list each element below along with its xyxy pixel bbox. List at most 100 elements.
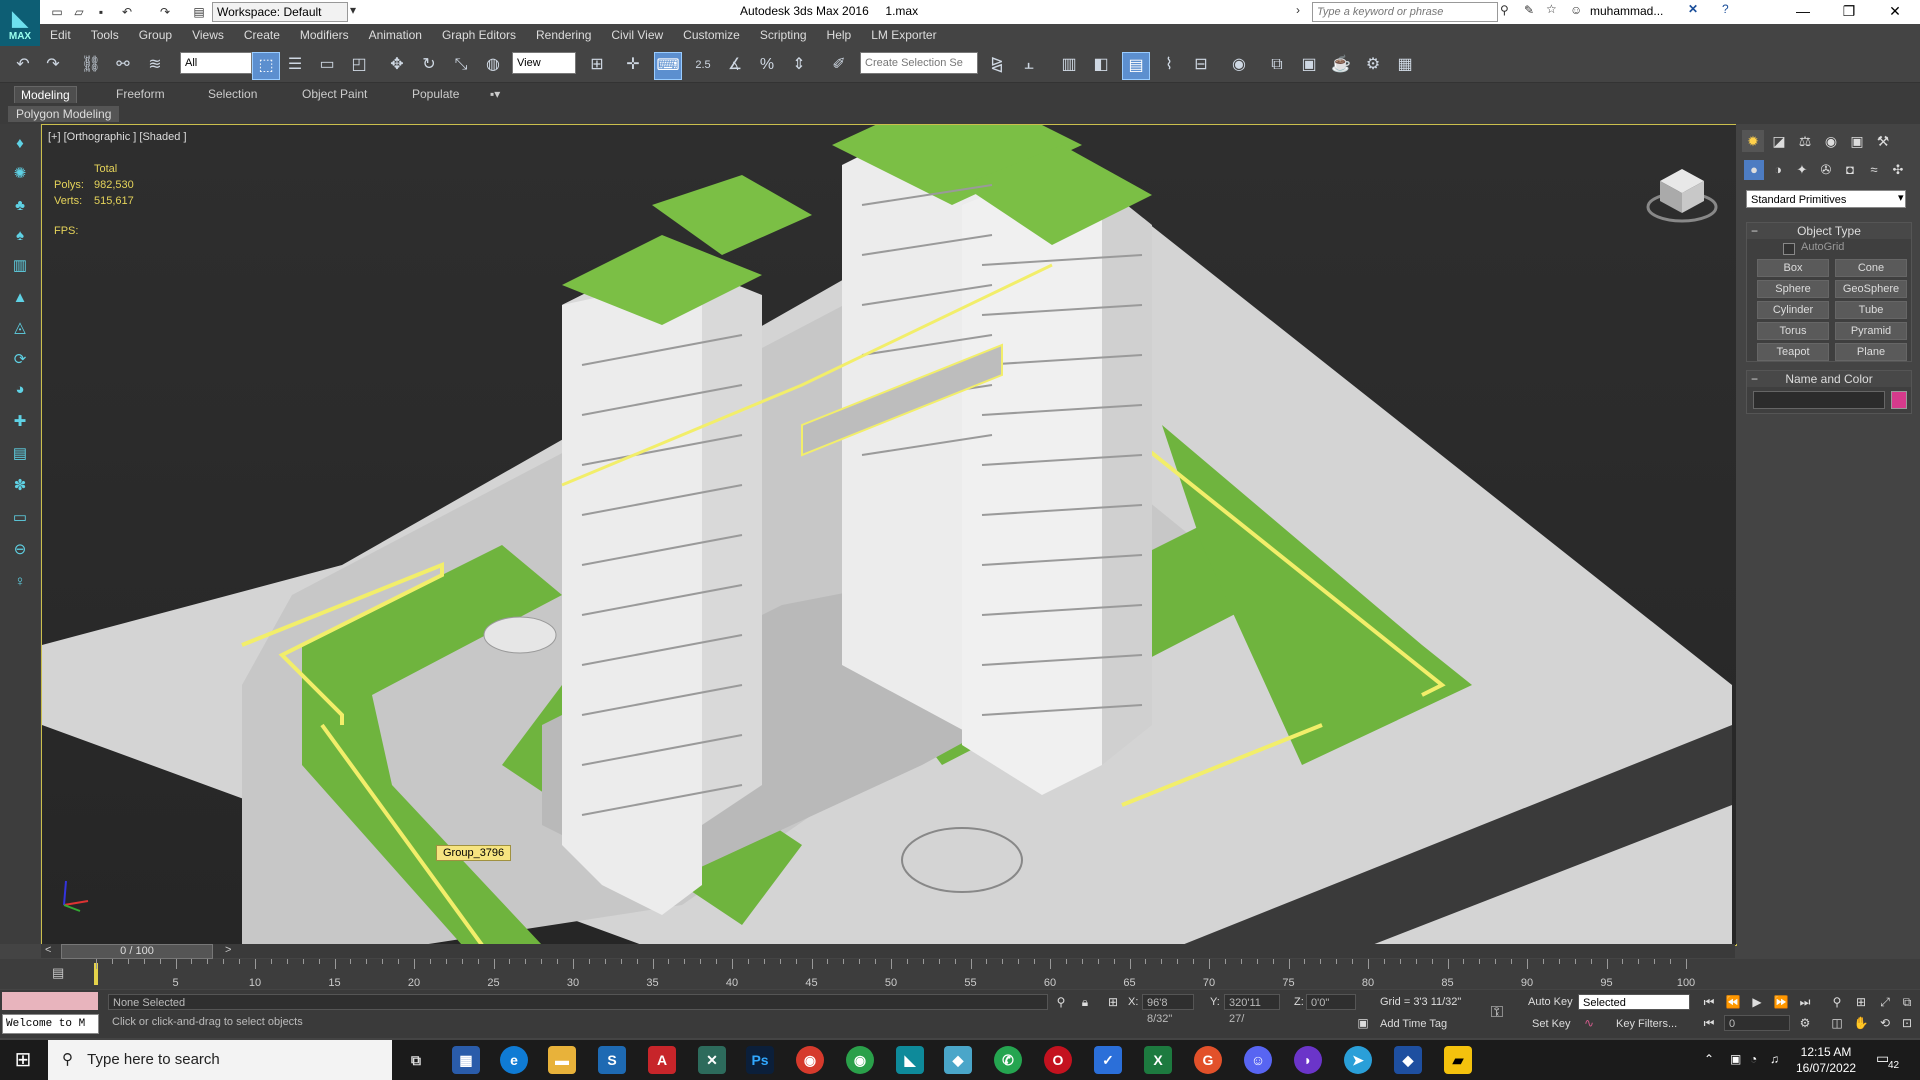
- scene-icon[interactable]: ♣: [8, 194, 32, 218]
- tree-icon[interactable]: ♠: [8, 224, 32, 248]
- 3ds-max-taskbar-icon[interactable]: ◣: [896, 1046, 924, 1074]
- manipulate-icon[interactable]: ✛: [620, 52, 646, 78]
- select-object-icon[interactable]: ⬚: [252, 52, 280, 80]
- set-key-icon[interactable]: ⚿: [1488, 1004, 1506, 1022]
- object-category-dropdown[interactable]: Standard Primitives: [1746, 190, 1906, 208]
- key-curve-icon[interactable]: ∿: [1580, 1014, 1598, 1032]
- time-back-icon[interactable]: <: [45, 944, 51, 956]
- box-button[interactable]: Box: [1757, 259, 1829, 277]
- chevron-down-icon[interactable]: ▾: [1898, 191, 1904, 204]
- add-time-tag[interactable]: Add Time Tag: [1380, 1018, 1447, 1030]
- select-by-name-icon[interactable]: ☰: [282, 52, 308, 78]
- excel-icon[interactable]: X: [1144, 1046, 1172, 1074]
- sticky-notes-icon[interactable]: ▰: [1444, 1046, 1472, 1074]
- menu-rendering[interactable]: Rendering: [526, 24, 601, 46]
- mini-curve-editor-icon[interactable]: ▤: [52, 965, 64, 981]
- time-forward-icon[interactable]: >: [225, 944, 231, 956]
- app-logo[interactable]: ◣ MAX: [0, 0, 40, 46]
- windows-start-icon[interactable]: ⊞: [0, 1040, 46, 1080]
- lamp-icon[interactable]: ♀: [8, 570, 32, 594]
- pivot-center-icon[interactable]: ⊞: [584, 52, 610, 78]
- set-key-button[interactable]: Set Key: [1532, 1018, 1571, 1030]
- cylinder-button[interactable]: Cylinder: [1757, 301, 1829, 319]
- opera-icon[interactable]: O: [1044, 1046, 1072, 1074]
- sun-icon[interactable]: ✺: [8, 162, 32, 186]
- discord-icon[interactable]: ☺: [1244, 1046, 1272, 1074]
- key-mode-toggle-icon[interactable]: ⏮: [1700, 1014, 1718, 1032]
- go-to-end-icon[interactable]: ⏭: [1796, 993, 1814, 1011]
- menu-views[interactable]: Views: [182, 24, 234, 46]
- object-color-swatch[interactable]: [1891, 391, 1907, 409]
- chrome-icon[interactable]: ◉: [796, 1046, 824, 1074]
- ribbon-options-icon[interactable]: ▪▾: [484, 86, 506, 102]
- minimize-button[interactable]: —: [1780, 0, 1826, 24]
- spinner-snap-icon[interactable]: ⇕: [786, 52, 812, 78]
- select-and-link-icon[interactable]: ⛓: [78, 52, 104, 78]
- undo-icon[interactable]: ↶: [118, 3, 136, 21]
- task-view-icon[interactable]: ⧉: [402, 1046, 430, 1074]
- grammarly-icon[interactable]: G: [1194, 1046, 1222, 1074]
- unlink-icon[interactable]: ⚯: [110, 52, 136, 78]
- sketchup-icon[interactable]: S: [598, 1046, 626, 1074]
- modify-tab-icon[interactable]: ◪: [1768, 130, 1790, 152]
- lights-icon[interactable]: ✦: [1792, 160, 1812, 180]
- menu-help[interactable]: Help: [817, 24, 862, 46]
- curve-editor-icon[interactable]: ⌇: [1156, 52, 1182, 78]
- geometry-icon[interactable]: ●: [1744, 160, 1764, 180]
- axis-icon[interactable]: ✚: [8, 410, 32, 434]
- light-bulb-icon[interactable]: ♦: [8, 132, 32, 156]
- maximize-button[interactable]: ❐: [1826, 0, 1872, 24]
- user-name[interactable]: muhammad...: [1590, 4, 1663, 18]
- pan-icon[interactable]: ✋: [1852, 1014, 1870, 1032]
- geosphere-button[interactable]: GeoSphere: [1835, 280, 1907, 298]
- motion-tab-icon[interactable]: ◉: [1820, 130, 1842, 152]
- sphere-icon[interactable]: ◕: [8, 378, 32, 402]
- absolute-mode-icon[interactable]: ⊞: [1104, 993, 1122, 1011]
- orbit-icon[interactable]: ⟲: [1876, 1014, 1894, 1032]
- file-explorer-icon[interactable]: ▬: [548, 1046, 576, 1074]
- systems-icon[interactable]: ✣: [1888, 160, 1908, 180]
- toggle-scene-explorer-icon[interactable]: ▥: [1056, 52, 1082, 78]
- photoshop-icon[interactable]: Ps: [746, 1046, 774, 1074]
- angle-snap-icon[interactable]: ∡: [722, 52, 748, 78]
- cube-app-icon[interactable]: ◆: [1394, 1046, 1422, 1074]
- help-icon[interactable]: ?: [1722, 2, 1729, 16]
- panel-icon[interactable]: ▤: [8, 442, 32, 466]
- time-slider-thumb[interactable]: 0 / 100: [61, 944, 213, 959]
- workspace-dropdown[interactable]: Workspace: Default: [212, 2, 348, 22]
- notes-app-icon[interactable]: ◆: [944, 1046, 972, 1074]
- autocad-icon[interactable]: A: [648, 1046, 676, 1074]
- search-input[interactable]: Type a keyword or phrase: [1312, 2, 1498, 22]
- menu-modifiers[interactable]: Modifiers: [290, 24, 359, 46]
- cone-icon[interactable]: ▲: [8, 286, 32, 310]
- ring-icon[interactable]: ⊖: [8, 538, 32, 562]
- screen-icon[interactable]: ▭: [8, 506, 32, 530]
- project-folder-icon[interactable]: ▤: [190, 3, 208, 21]
- bind-space-warp-icon[interactable]: ≋: [142, 52, 168, 78]
- name-and-color-header[interactable]: − Name and Color: [1747, 371, 1911, 387]
- window-crossing-icon[interactable]: ◰: [346, 52, 372, 78]
- teapot-button[interactable]: Teapot: [1757, 343, 1829, 361]
- volume-icon[interactable]: ♫: [1770, 1052, 1779, 1066]
- flashlight-icon[interactable]: ◬: [8, 316, 32, 340]
- render-production-icon[interactable]: ☕: [1328, 52, 1354, 78]
- autodesk-exchange-icon[interactable]: ✕: [1688, 2, 1698, 16]
- system-tray-chevron-icon[interactable]: ⌃: [1704, 1052, 1714, 1066]
- percent-snap-icon[interactable]: %: [754, 52, 780, 78]
- previous-frame-icon[interactable]: ⏪: [1724, 993, 1742, 1011]
- viewport[interactable]: [+] [Orthographic ] [Shaded ] Total Poly…: [41, 124, 1737, 946]
- selection-lock-icon[interactable]: 🔒︎: [1076, 993, 1094, 1011]
- zoom-all-icon[interactable]: ⊞: [1852, 993, 1870, 1011]
- utilities-tab-icon[interactable]: ⚒: [1872, 130, 1894, 152]
- keyboard-shortcut-override-icon[interactable]: ⌨: [654, 52, 682, 80]
- render-in-cloud-icon[interactable]: ▦: [1392, 52, 1418, 78]
- tab-freeform[interactable]: Freeform: [110, 86, 171, 102]
- menu-create[interactable]: Create: [234, 24, 290, 46]
- zoom-extents-icon[interactable]: ⤢: [1876, 993, 1894, 1011]
- selection-filter-dropdown[interactable]: All: [180, 52, 252, 74]
- menu-scripting[interactable]: Scripting: [750, 24, 817, 46]
- polygon-modeling-panel[interactable]: Polygon Modeling: [8, 106, 120, 122]
- rotate-icon[interactable]: ↻: [416, 52, 442, 78]
- maxscript-listener-pink[interactable]: [2, 992, 98, 1010]
- zoom-icon[interactable]: ⚲: [1828, 993, 1846, 1011]
